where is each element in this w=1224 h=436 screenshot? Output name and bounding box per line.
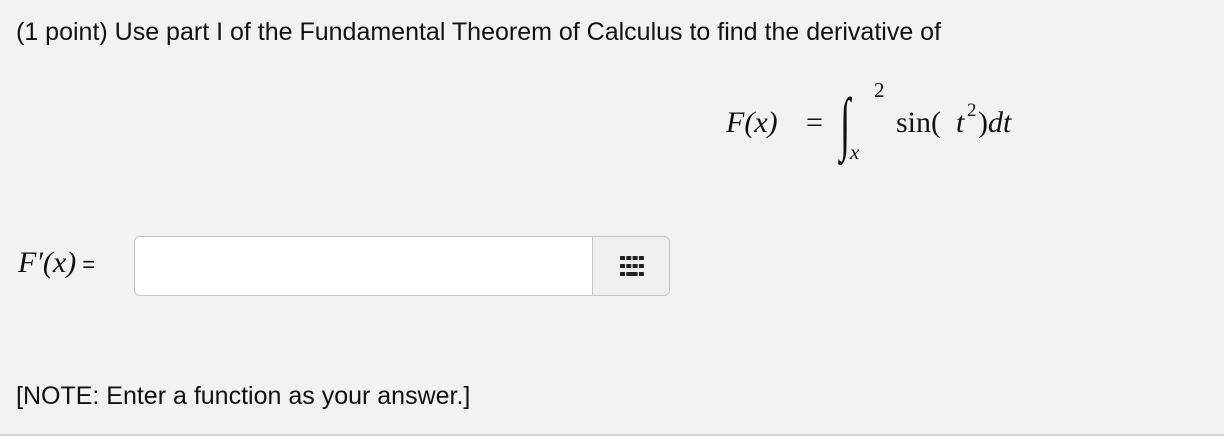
- answer-input[interactable]: [135, 237, 592, 295]
- answer-label-equals: =: [82, 252, 96, 277]
- problem-statement: (1 point) Use part I of the Fundamental …: [16, 18, 942, 46]
- integrand-variable: t: [956, 106, 965, 139]
- integral-sign: ∫: [840, 83, 851, 162]
- integral-lower-limit: x: [850, 140, 860, 164]
- answer-format-note: [NOTE: Enter a function as your answer.]: [16, 382, 471, 410]
- equation-palette-icon: [619, 256, 644, 276]
- integral-formula: F(x) = ∫ 2 x sin( t 2 ) dt: [726, 74, 1046, 174]
- integral-upper-limit: 2: [874, 78, 885, 102]
- integral-differential: dt: [988, 106, 1012, 139]
- integrand-function: sin(: [896, 106, 941, 139]
- integrand-close-paren: ): [978, 106, 988, 139]
- formula-equals: =: [806, 106, 823, 139]
- answer-field-group: [134, 236, 670, 296]
- formula-lhs: F(x): [726, 106, 778, 139]
- integrand-exponent: 2: [967, 100, 977, 121]
- answer-label-function: F′(x): [18, 246, 77, 279]
- answer-label: F′(x) =: [18, 246, 95, 280]
- equation-palette-button[interactable]: [592, 237, 669, 295]
